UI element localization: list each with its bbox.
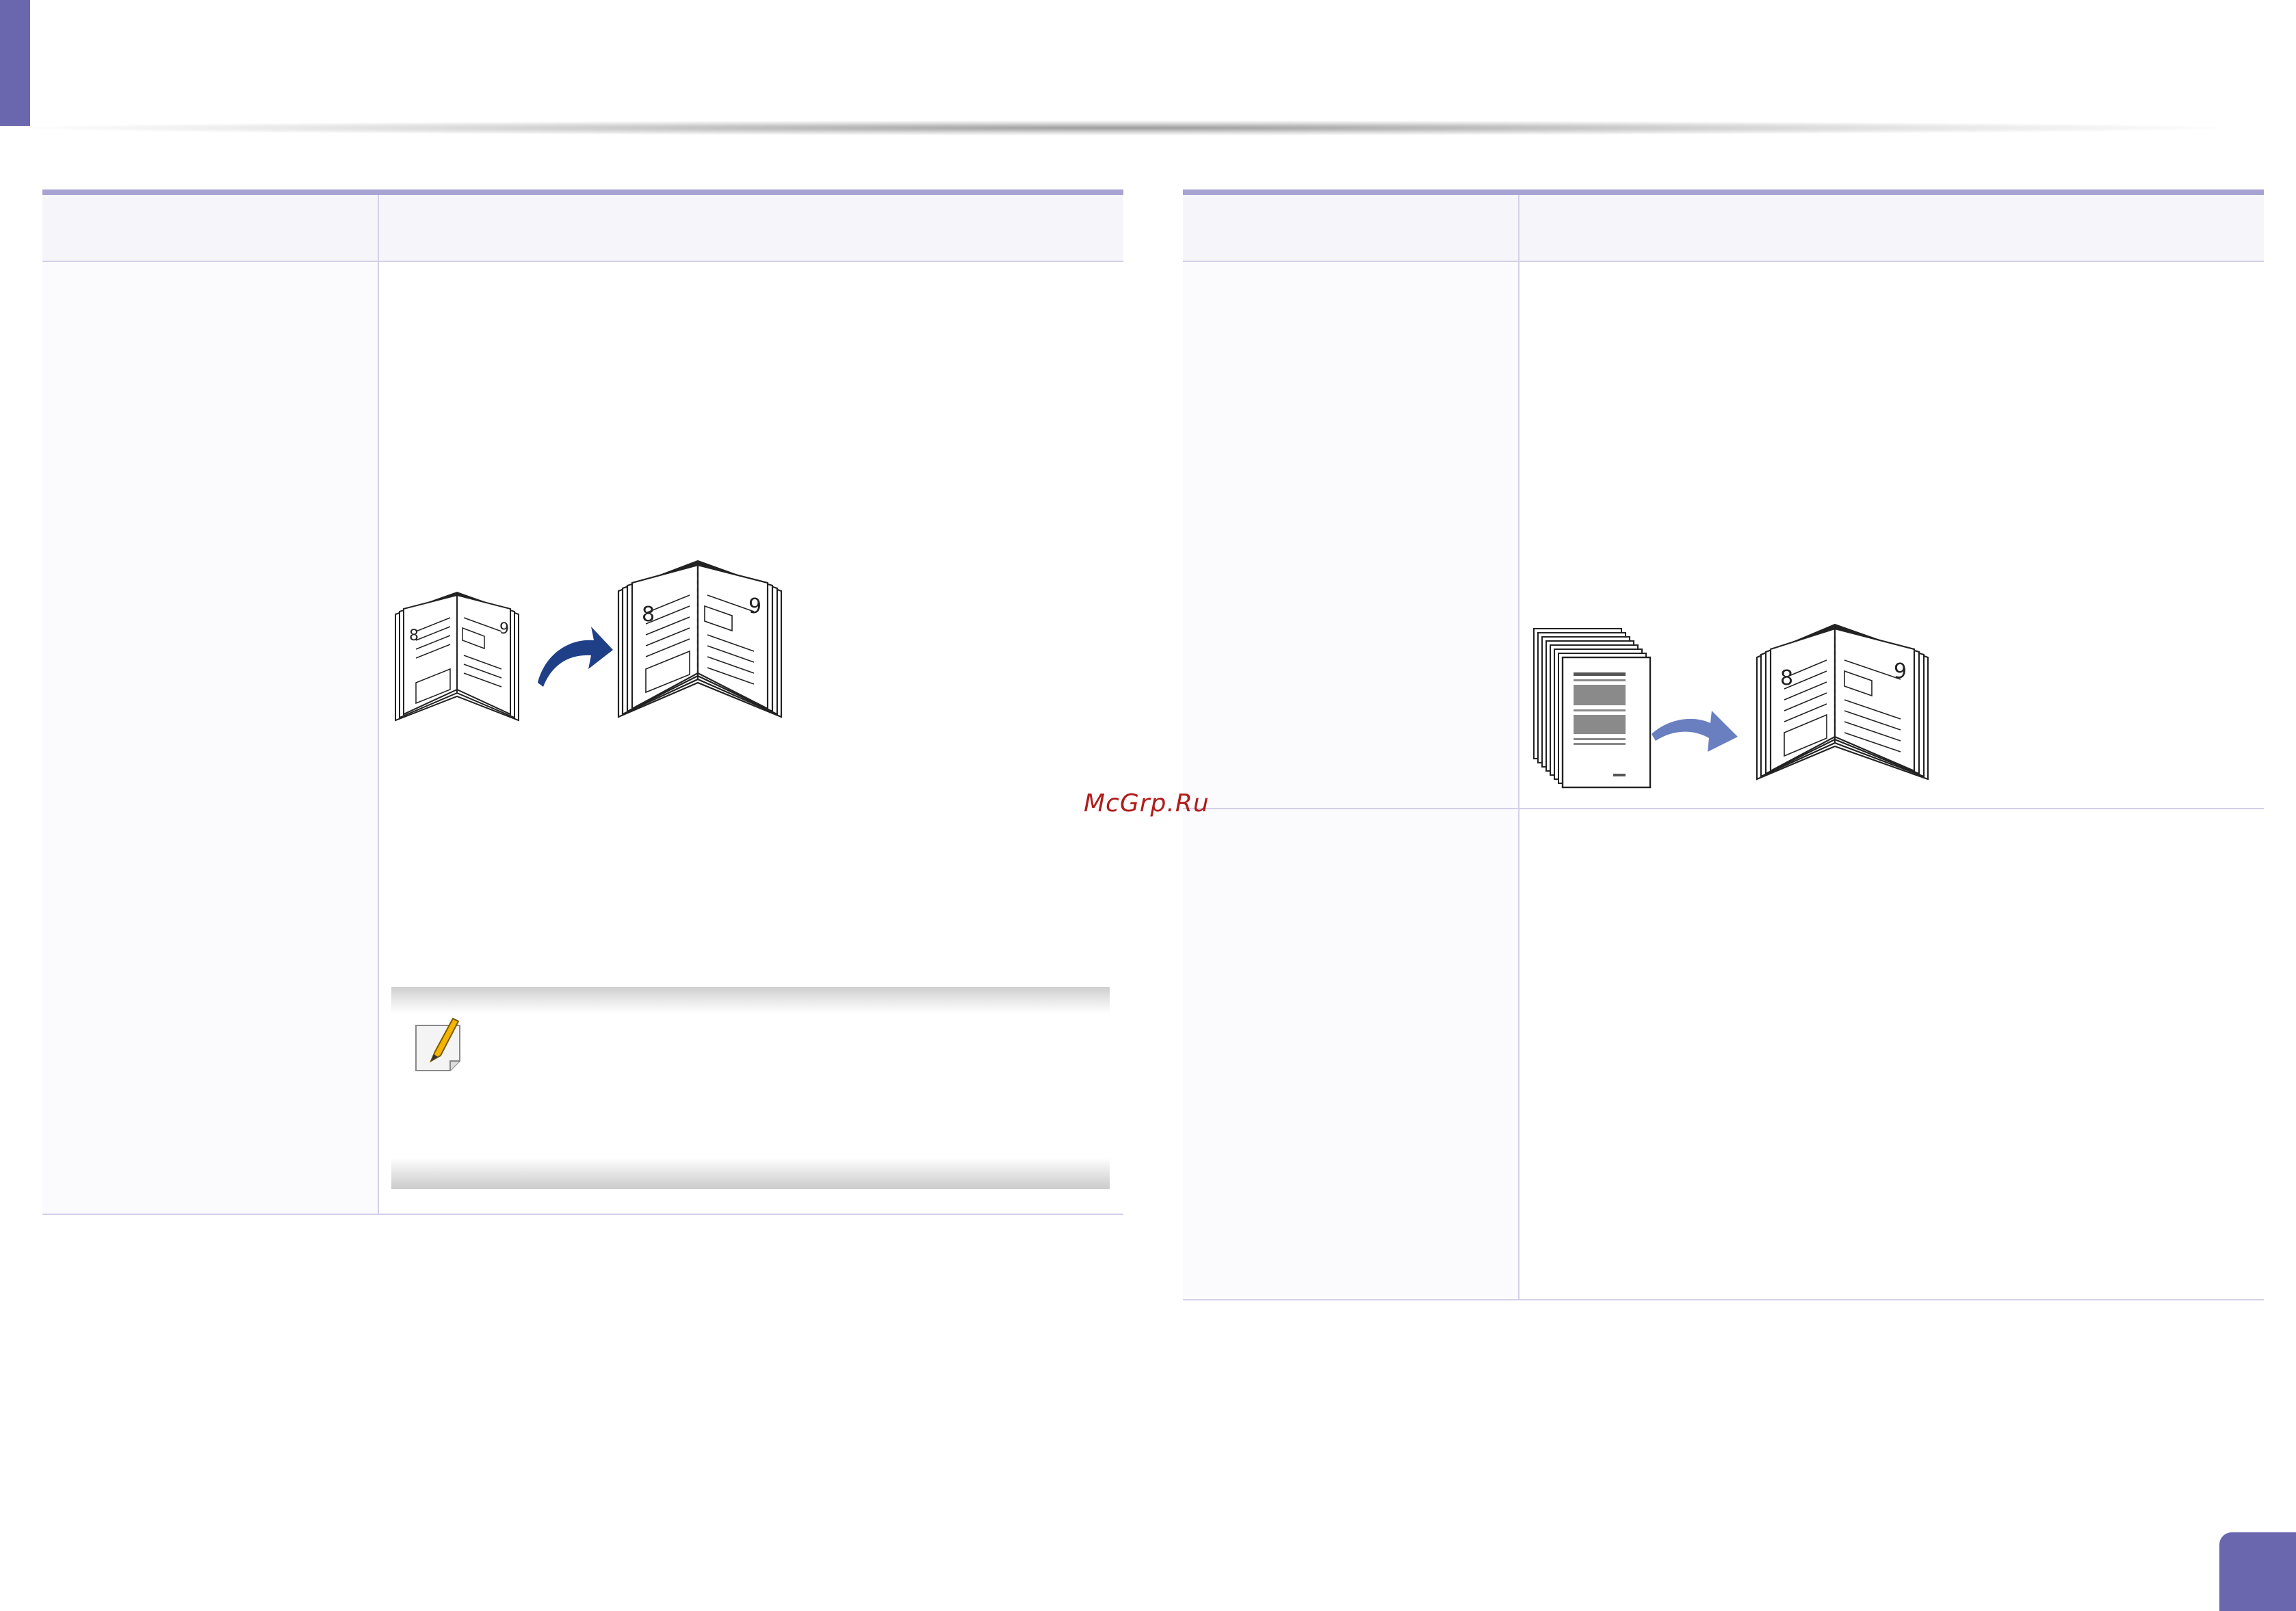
small-booklet-right-number: 9 <box>499 620 509 638</box>
pages-to-booklet-illustration: 8 9 <box>1533 623 1929 789</box>
arrow-right-icon <box>538 627 613 687</box>
left-table-label-column <box>42 262 379 1215</box>
large-booklet-right-number: 9 <box>748 594 761 618</box>
left-table-header <box>42 195 1123 262</box>
booklet-right-number: 9 <box>1894 659 1907 683</box>
right-table-label-column <box>1183 262 1519 1300</box>
note-box <box>391 987 1110 1189</box>
chapter-tab <box>0 0 30 126</box>
small-booklet-icon <box>395 591 519 722</box>
large-booklet-icon <box>617 560 783 718</box>
page-number-badge <box>2219 1532 2296 1611</box>
right-table-bottom-rule <box>1183 1299 2264 1300</box>
booklet-icon <box>1756 623 1929 781</box>
small-booklet-left-number: 8 <box>409 627 419 644</box>
booklet-left-number: 8 <box>1780 666 1793 690</box>
watermark: McGrp.Ru <box>1084 789 1210 817</box>
page-stack-icon <box>1533 628 1652 789</box>
booklet-enlarge-illustration: 8 9 8 9 <box>395 560 783 722</box>
large-booklet-left-number: 8 <box>642 603 655 627</box>
right-table-row-divider <box>1183 808 2264 809</box>
header-rule <box>30 120 2219 135</box>
note-pencil-icon <box>415 1017 460 1071</box>
right-table-header <box>1183 195 2264 262</box>
arrow-right-icon <box>1652 711 1738 752</box>
left-table-bottom-rule <box>42 1214 1123 1215</box>
